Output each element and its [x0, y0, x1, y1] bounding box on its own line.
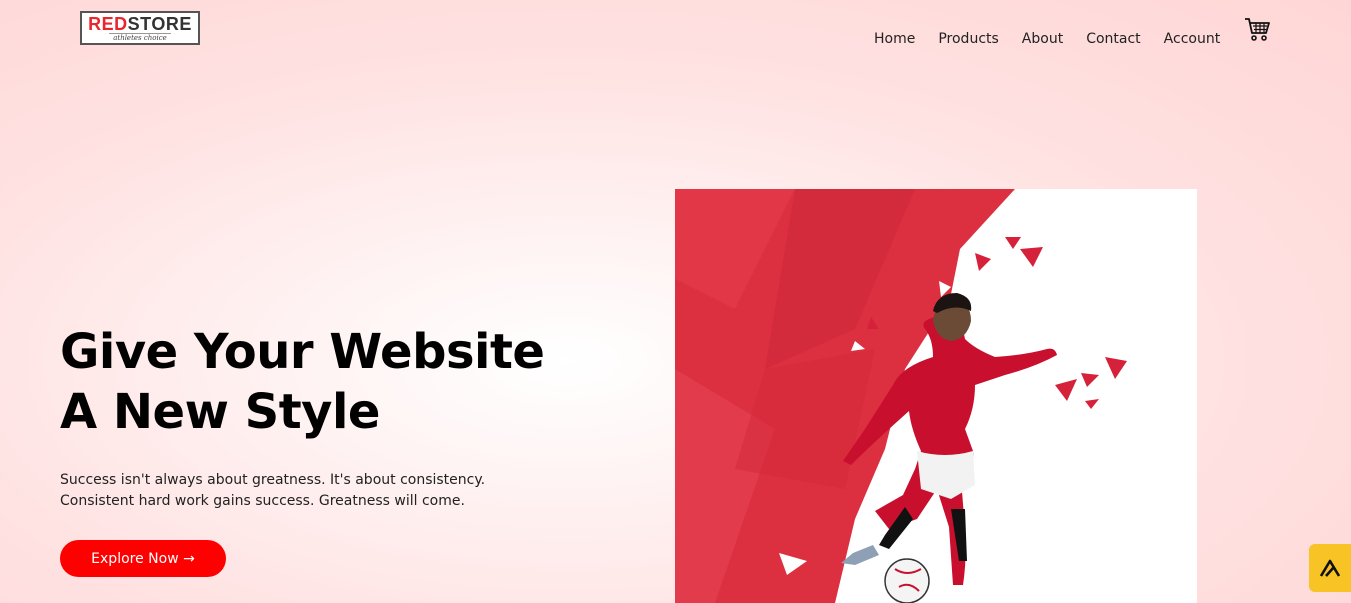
nav-products[interactable]: Products	[938, 31, 998, 47]
nav-account[interactable]: Account	[1164, 31, 1221, 47]
hero-title-line2: A New Style	[60, 384, 380, 440]
hero-description: Success isn't always about greatness. It…	[60, 472, 486, 509]
logo-tagline: athletes choice	[109, 32, 171, 42]
logo-wordmark: REDSTORE	[88, 15, 192, 33]
footballer-image	[675, 189, 1197, 603]
logo[interactable]: REDSTORE athletes choice	[80, 11, 200, 45]
nav-home[interactable]: Home	[874, 31, 915, 47]
logo-brand-dark: STORE	[127, 13, 192, 34]
widget-logo-icon[interactable]	[1309, 544, 1351, 592]
explore-now-button[interactable]: Explore Now →	[60, 540, 226, 577]
hero-title: Give Your Website A New Style	[60, 322, 545, 442]
main-nav: Home Products About Contact Account	[874, 31, 1220, 47]
logo-brand-red: RED	[88, 13, 128, 34]
nav-about[interactable]: About	[1022, 31, 1063, 47]
hero-title-line1: Give Your Website	[60, 324, 545, 380]
cart-icon[interactable]	[1243, 15, 1271, 43]
nav-contact[interactable]: Contact	[1086, 31, 1140, 47]
